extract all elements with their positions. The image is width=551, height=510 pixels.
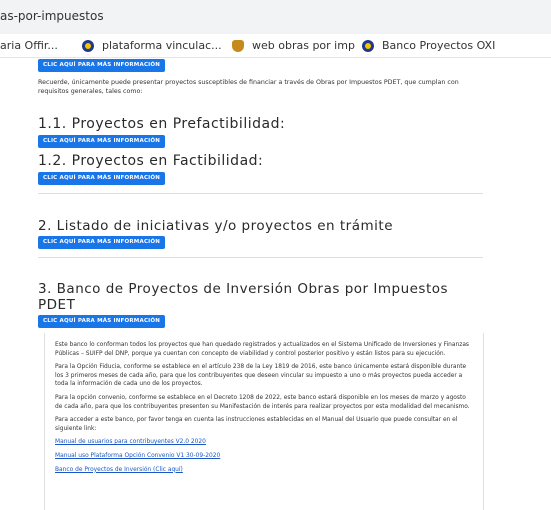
bookmarks-bar: aria Offir... plataforma vinculac... web…: [0, 34, 551, 58]
bookmark-label: Banco Proyectos OXI: [382, 39, 496, 52]
banco-proyectos-link[interactable]: Banco de Proyectos de Inversión (Clic aq…: [55, 466, 473, 475]
bookmark-label: plataforma vinculac...: [102, 39, 222, 52]
circle-logo-icon: [82, 39, 94, 52]
address-bar[interactable]: as-por-impuestos: [0, 0, 551, 34]
bookmark-plataforma-vinculacion[interactable]: plataforma vinculac...: [82, 39, 222, 52]
more-info-button[interactable]: CLIC AQUÍ PARA MÁS INFORMACIÓN: [38, 59, 166, 72]
panel-paragraph: Este banco lo conforman todos los proyec…: [55, 342, 470, 357]
more-info-button-banco[interactable]: CLIC AQUÍ PARA MÁS INFORMACIÓN: [38, 315, 166, 328]
heading-factibilidad: 1.2. Proyectos en Factibilidad:: [38, 153, 264, 169]
bookmark-banco-proyectos-oxi[interactable]: Banco Proyectos OXI: [362, 39, 495, 52]
banco-info-panel: Este banco lo conforman todos los proyec…: [44, 333, 484, 510]
bookmark-aria-offir[interactable]: aria Offir...: [0, 39, 58, 52]
shield-logo-icon: [232, 39, 244, 52]
heading-banco-proyectos-line2: PDET: [38, 297, 76, 313]
heading-listado-iniciativas: 2. Listado de iniciativas y/o proyectos …: [38, 218, 393, 234]
bookmark-label: web obras por imp: [252, 39, 355, 52]
more-info-button-factibilidad[interactable]: CLIC AQUÍ PARA MÁS INFORMACIÓN: [38, 172, 166, 185]
intro-text: Recuerde, únicamente puede presentar pro…: [38, 79, 459, 95]
section-divider: [38, 193, 483, 194]
heading-banco-proyectos: 3. Banco de Proyectos de Inversión Obras…: [38, 281, 449, 297]
panel-paragraph: Para la Opción Fiducia, conforme se esta…: [55, 364, 467, 388]
bookmark-web-obras[interactable]: web obras por imp: [232, 39, 355, 52]
panel-paragraph: Para la opción convenio, conforme se est…: [55, 394, 470, 410]
more-info-button-prefactibilidad[interactable]: CLIC AQUÍ PARA MÁS INFORMACIÓN: [38, 135, 166, 148]
circle-logo-icon: [362, 39, 374, 52]
url-text[interactable]: as-por-impuestos: [0, 9, 104, 23]
more-info-button-listado[interactable]: CLIC AQUÍ PARA MÁS INFORMACIÓN: [38, 236, 166, 249]
manual-contribuyentes-link[interactable]: Manual de usuarios para contribuyentes V…: [55, 438, 473, 447]
panel-paragraph: Para acceder a este banco, por favor ten…: [55, 417, 458, 432]
section-divider: [38, 257, 483, 258]
heading-prefactibilidad: 1.1. Proyectos en Prefactibilidad:: [38, 116, 286, 132]
bookmark-label: aria Offir...: [0, 39, 58, 52]
manual-convenio-link[interactable]: Manual uso Plataforma Opción Convenio V1…: [55, 452, 473, 461]
